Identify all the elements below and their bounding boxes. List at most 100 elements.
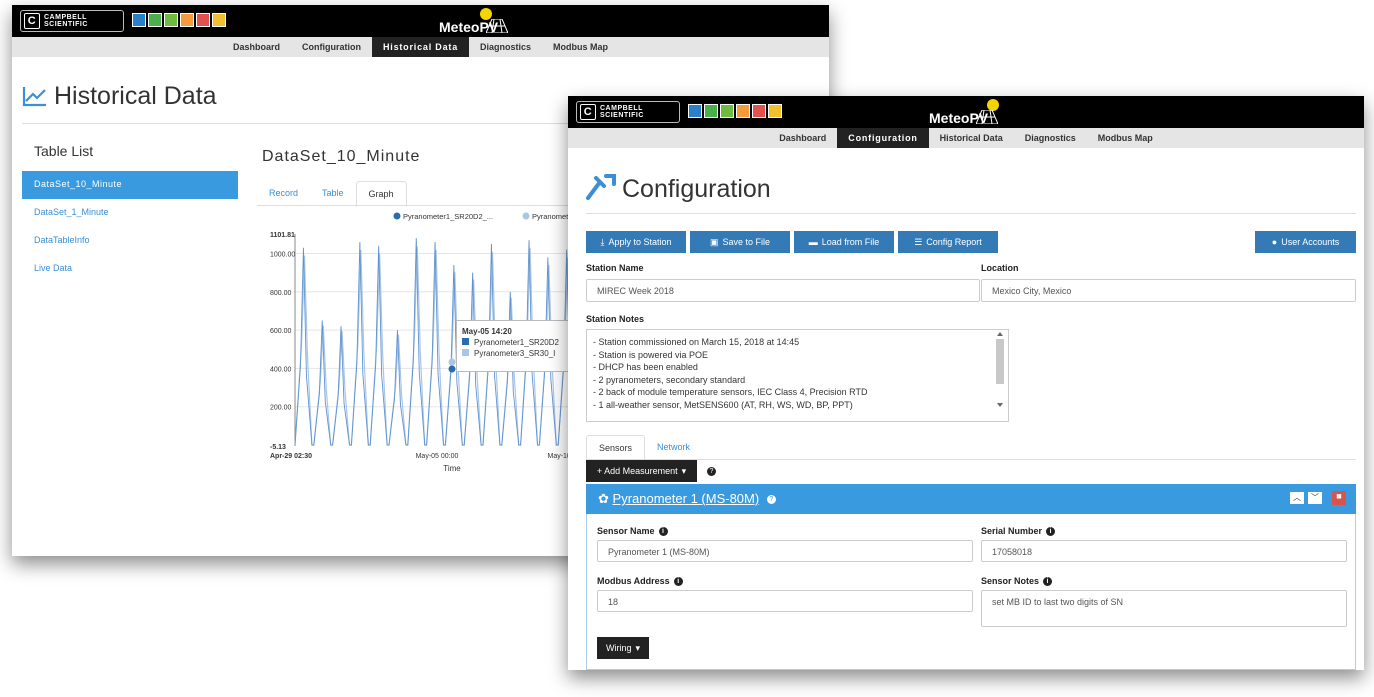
table-item-dataset-10-minute[interactable]: DataSet_10_Minute [22, 171, 238, 199]
notes-scrollbar[interactable] [994, 331, 1007, 411]
legend-series-1[interactable]: Pyranometer1_SR20D2_... [403, 212, 493, 221]
location-input[interactable]: Mexico City, Mexico [981, 279, 1356, 302]
apply-to-station-button[interactable]: ⤓ Apply to Station [586, 231, 686, 253]
add-measurement-button[interactable]: + Add Measurement ▾ [586, 460, 697, 482]
load-from-file-button[interactable]: ▬ Load from File [794, 231, 894, 253]
weather-icon [132, 13, 146, 27]
tooltip-swatch-2 [462, 349, 469, 356]
chart-tooltip: May-05 14:20 Pyranometer1_SR20D2 Pyranom… [456, 320, 576, 372]
page-title: Historical Data [54, 82, 217, 110]
sensor-name-help-icon[interactable]: i [658, 527, 668, 537]
tooltip-swatch-1 [462, 338, 469, 345]
station-notes-label: Station Notes [586, 314, 645, 324]
serial-number-input[interactable]: 17058018 [981, 540, 1347, 562]
tab-table[interactable]: Table [310, 181, 356, 207]
main-nav: Dashboard Configuration Historical Data … [568, 128, 1364, 148]
nav-configuration[interactable]: Configuration [291, 37, 372, 57]
modbus-address-input[interactable]: 18 [597, 590, 973, 612]
tab-graph[interactable]: Graph [355, 181, 407, 207]
move-down-icon[interactable]: ﹀ [1308, 492, 1322, 504]
solar-panel-icon [976, 110, 998, 124]
table-item-datatableinfo[interactable]: DataTableInfo [22, 227, 238, 255]
table-list: DataSet_10_Minute DataSet_1_Minute DataT… [22, 171, 238, 283]
y-tick-label: 400.00 [270, 366, 292, 373]
station-name-input[interactable]: MIREC Week 2018 [586, 279, 980, 302]
dataset-title: DataSet_10_Minute [262, 148, 421, 165]
tabs-divider [586, 459, 1356, 460]
chart-line-icon [22, 87, 46, 107]
y-tick-label: -5.13 [270, 444, 286, 451]
sensor-notes-textarea[interactable]: set MB ID to last two digits of SN [981, 590, 1347, 627]
weather-icon [688, 104, 702, 118]
load-label: Load from File [821, 237, 880, 247]
save-label: Save to File [722, 237, 771, 247]
nav-diagnostics[interactable]: Diagnostics [1014, 128, 1087, 148]
grid-icon [752, 104, 766, 118]
table-list-title: Table List [34, 143, 94, 159]
location-label: Location [981, 263, 1019, 273]
title-divider [586, 213, 1356, 214]
campbell-logo-glyph: C [24, 13, 40, 29]
config-report-button[interactable]: ☰ Config Report [898, 231, 998, 253]
note-line: - Station commissioned on March 15, 2018… [593, 337, 800, 347]
sensor-help-icon[interactable]: ? [766, 495, 776, 505]
upload-icon: ⤓ [600, 236, 605, 247]
y-tick-label: 600.00 [270, 328, 292, 335]
help-icon[interactable]: ? [707, 467, 716, 476]
serial-number-label: Serial Number i [981, 526, 1056, 537]
nav-dashboard[interactable]: Dashboard [768, 128, 837, 148]
note-line: - 1 all-weather sensor, MetSENS600 (AT, … [593, 399, 853, 410]
nav-dashboard[interactable]: Dashboard [222, 37, 291, 57]
move-up-icon[interactable]: ︿ [1290, 492, 1304, 504]
note-line: - 2 pyranometers, secondary standard [593, 374, 746, 385]
top-bar: C CAMPBELL SCIENTIFIC MeteoPV [568, 96, 1364, 128]
logo-text-1: CAMPBELL [44, 14, 87, 21]
station-notes-textarea[interactable]: - Station commissioned on March 15, 2018… [586, 329, 1009, 422]
nav-modbus-map[interactable]: Modbus Map [542, 37, 619, 57]
nav-configuration[interactable]: Configuration [837, 128, 929, 148]
serial-help-icon[interactable]: i [1046, 527, 1056, 537]
meteo-icon [704, 104, 718, 118]
tab-sensors[interactable]: Sensors [586, 435, 646, 461]
solar-icon [164, 13, 178, 27]
x-tick-label: Apr-29 02:30 [270, 453, 312, 460]
sensor-notes-help-icon[interactable]: i [1043, 577, 1053, 587]
save-icon: ▣ [709, 236, 719, 247]
table-item-live-data[interactable]: Live Data [22, 255, 238, 283]
meteo-icon [148, 13, 162, 27]
hover-point-1 [448, 365, 456, 373]
wiring-button[interactable]: Wiring ▾ [597, 637, 649, 659]
tab-record[interactable]: Record [257, 181, 310, 207]
y-tick-label: 1000.00 [270, 251, 295, 258]
sensor-name-input[interactable]: Pyranometer 1 (MS-80M) [597, 540, 973, 562]
sensor-title[interactable]: Pyranometer 1 (MS-80M) [613, 491, 760, 506]
y-tick-label: 200.00 [270, 405, 292, 412]
nav-modbus-map[interactable]: Modbus Map [1087, 128, 1164, 148]
delete-icon[interactable]: ■ [1332, 491, 1346, 505]
monitor-icon [768, 104, 782, 118]
campbell-logo: C CAMPBELL SCIENTIFIC [576, 101, 680, 123]
list-icon: ☰ [914, 236, 923, 247]
solar-panel-icon [486, 19, 508, 33]
energy-icon [736, 104, 750, 118]
legend-marker-2 [522, 212, 530, 220]
note-line: - DHCP has been enabled [593, 362, 698, 372]
modbus-help-icon[interactable]: i [673, 577, 683, 587]
nav-historical-data[interactable]: Historical Data [371, 37, 470, 57]
nav-historical-data[interactable]: Historical Data [929, 128, 1014, 148]
tooltip-series-1: Pyranometer1_SR20D2 [474, 338, 559, 347]
app-icons [132, 13, 226, 27]
tab-network[interactable]: Network [645, 435, 702, 461]
view-tabs: Record Table Graph [257, 181, 407, 207]
save-to-file-button[interactable]: ▣ Save to File [690, 231, 790, 253]
caret-down-icon: ▾ [681, 465, 687, 476]
users-label: User Accounts [1281, 237, 1340, 247]
wiring-label: Wiring [605, 643, 632, 653]
user-accounts-button[interactable]: ● User Accounts [1255, 231, 1356, 253]
nav-diagnostics[interactable]: Diagnostics [469, 37, 542, 57]
table-item-dataset-1-minute[interactable]: DataSet_1_Minute [22, 199, 238, 227]
hover-point-2 [448, 358, 456, 366]
sensor-panel: Sensor Name i Pyranometer 1 (MS-80M) Seri… [586, 514, 1356, 670]
report-label: Config Report [926, 237, 982, 247]
sensor-header[interactable]: ✿ Pyranometer 1 (MS-80M) ? ︿ ﹀ ■ [586, 484, 1356, 514]
